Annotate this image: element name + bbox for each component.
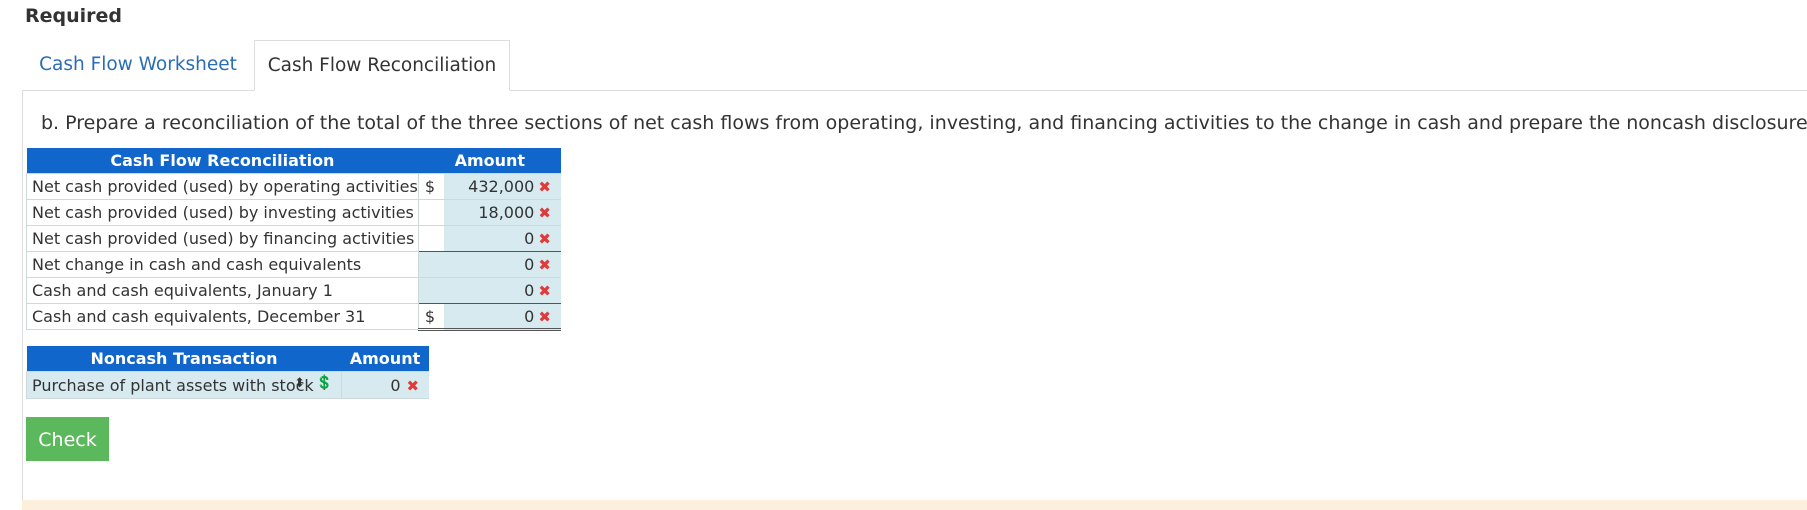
- header-amount: Amount: [418, 148, 562, 174]
- x-mark-icon: ✖: [538, 307, 551, 326]
- table-row: Net change in cash and cash equivalents …: [26, 251, 562, 278]
- currency-symbol: $: [418, 173, 445, 200]
- row-label: Net cash provided (used) by operating ac…: [26, 173, 419, 200]
- currency-symbol: [418, 199, 445, 226]
- x-mark-icon: ✖: [538, 282, 551, 300]
- sort-arrows-icon[interactable]: ⬍: [294, 376, 305, 391]
- amount-input-january-1[interactable]: 0: [444, 277, 539, 304]
- dollar-adjust-icon[interactable]: 💲: [316, 375, 333, 391]
- instruction-text: b. Prepare a reconciliation of the total…: [41, 112, 1807, 134]
- tab-cash-flow-worksheet[interactable]: Cash Flow Worksheet: [22, 40, 254, 90]
- row-label: Net change in cash and cash equivalents: [26, 251, 419, 278]
- row-label: Cash and cash equivalents, December 31: [26, 303, 419, 330]
- currency-symbol: $: [418, 303, 445, 331]
- noncash-select[interactable]: Purchase of plant assets with stock ⬍ 💲: [26, 371, 342, 399]
- x-mark-icon: ✖: [406, 376, 420, 395]
- x-mark-icon: ✖: [538, 204, 551, 222]
- tab-bar: Cash Flow Worksheet Cash Flow Reconcilia…: [22, 40, 1807, 91]
- table-row: Purchase of plant assets with stock ⬍ 💲 …: [26, 371, 429, 399]
- check-button[interactable]: Check: [26, 417, 109, 461]
- header-noncash-label: Noncash Transaction: [26, 346, 342, 372]
- row-label: Net cash provided (used) by financing ac…: [26, 225, 419, 252]
- table-row: Cash and cash equivalents, January 1 0 ✖: [26, 277, 562, 304]
- amount-input-december-31[interactable]: 0: [444, 303, 539, 331]
- amount-input-investing[interactable]: 18,000: [444, 199, 539, 226]
- amount-input-operating[interactable]: 432,000: [444, 173, 539, 200]
- noncash-select-value: Purchase of plant assets with stock: [32, 375, 314, 395]
- amount-input-financing[interactable]: 0: [444, 225, 539, 252]
- row-label: Cash and cash equivalents, January 1: [26, 277, 419, 304]
- currency-symbol: [418, 251, 445, 278]
- currency-symbol: [418, 225, 445, 252]
- amount-input-noncash[interactable]: 0: [341, 371, 407, 399]
- tab-cash-flow-reconciliation[interactable]: Cash Flow Reconciliation: [254, 40, 510, 91]
- table-row: Net cash provided (used) by financing ac…: [26, 225, 562, 252]
- x-mark-icon: ✖: [538, 230, 551, 248]
- x-mark-icon: ✖: [538, 178, 551, 196]
- required-heading: Required: [25, 5, 123, 27]
- table-row: Cash and cash equivalents, December 31 $…: [26, 303, 562, 331]
- amount-input-net-change[interactable]: 0: [444, 251, 539, 278]
- reconciliation-table: Cash Flow Reconciliation Amount Net cash…: [26, 148, 562, 331]
- row-label: Net cash provided (used) by investing ac…: [26, 199, 419, 226]
- header-reconciliation-label: Cash Flow Reconciliation: [26, 148, 419, 174]
- table-row: Net cash provided (used) by operating ac…: [26, 173, 562, 200]
- currency-symbol: [418, 277, 445, 304]
- noncash-table: Noncash Transaction Amount Purchase of p…: [26, 346, 429, 399]
- feedback-band: [22, 500, 1807, 510]
- x-mark-icon: ✖: [538, 256, 551, 274]
- header-amount: Amount: [341, 346, 429, 372]
- table-row: Net cash provided (used) by investing ac…: [26, 199, 562, 226]
